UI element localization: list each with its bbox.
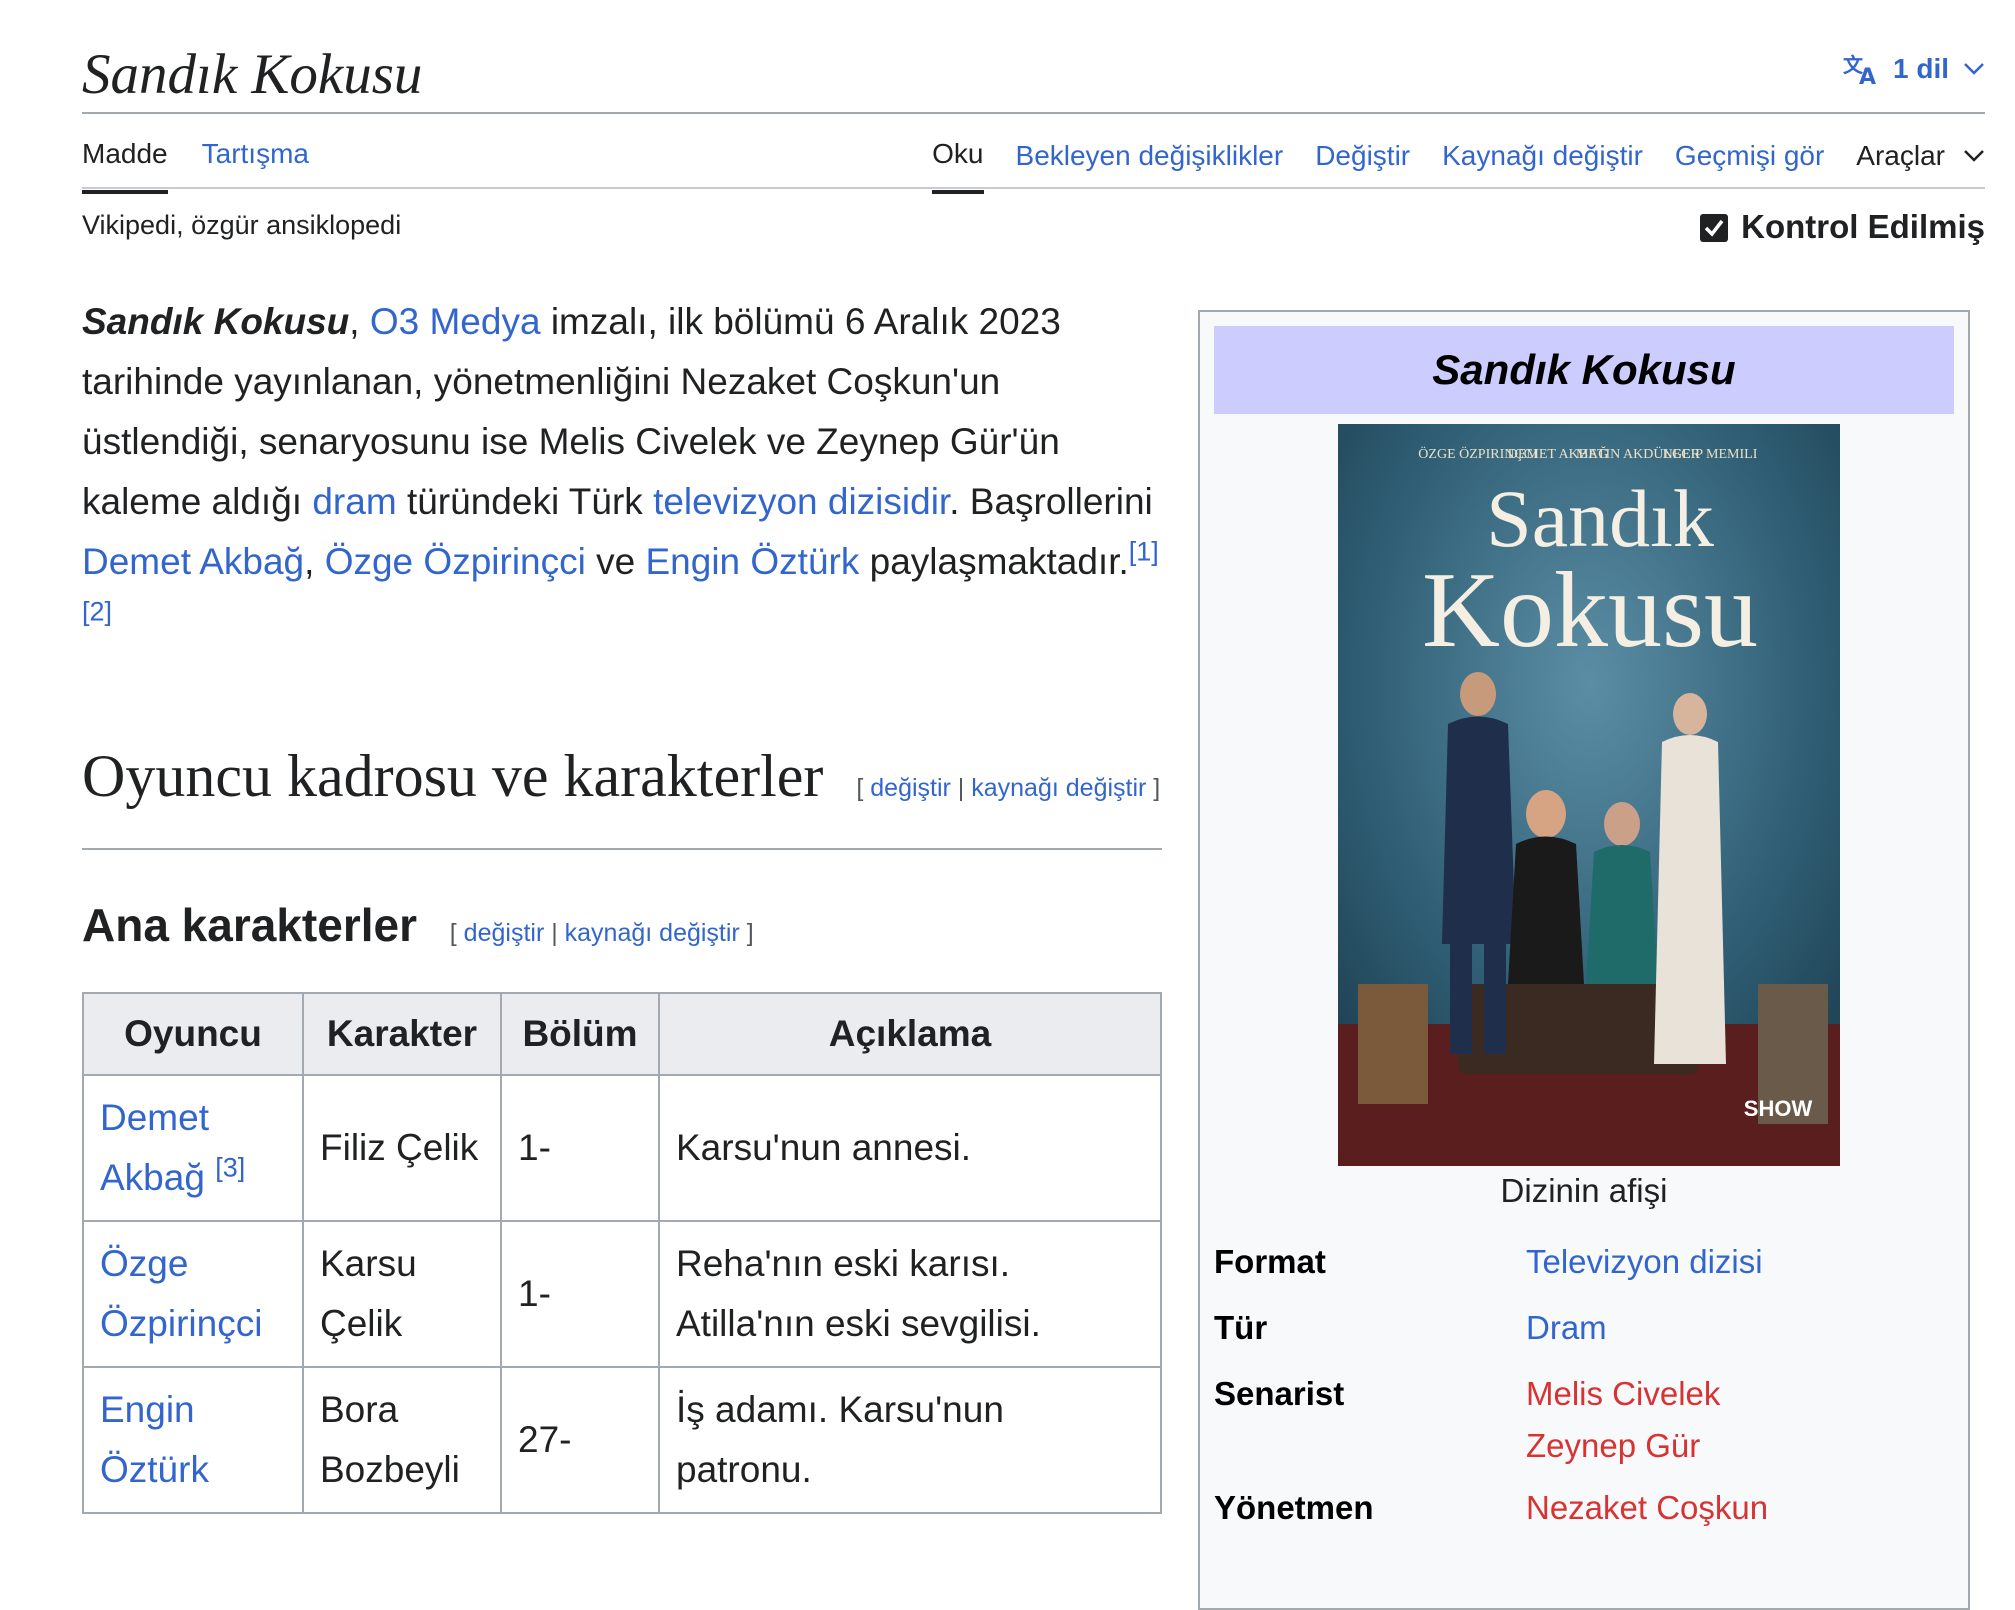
poster-image[interactable]: ÖZGE ÖZPIRINÇCI DEMET AKBAĞ METIN AKDÜLG…: [1338, 424, 1840, 1166]
actor-link[interactable]: Özge Özpirinçci: [100, 1243, 262, 1344]
lead-text: ,: [349, 301, 360, 342]
character-cell: Filiz Çelik: [302, 1074, 502, 1222]
tools-menu[interactable]: Araçlar: [1856, 140, 1985, 192]
section-edit-links: [ değiştir | kaynağı değiştir ]: [449, 919, 754, 947]
infobox-row-writer: Senarist Melis Civelek Zeynep Gür: [1214, 1368, 1954, 1472]
actor-link[interactable]: Engin Öztürk: [100, 1389, 209, 1490]
description-cell: Reha'nın eski karısı. Atilla'nın eski se…: [658, 1220, 1162, 1368]
tabs-divider: [82, 187, 1985, 189]
view-tabs: Oku Bekleyen değişiklikler Değiştir Kayn…: [932, 138, 1985, 194]
reference-link[interactable]: [3]: [215, 1153, 245, 1183]
link-engin-ozturk[interactable]: Engin Öztürk: [645, 541, 859, 582]
namespace-tabs: Madde Tartışma: [82, 138, 309, 194]
poster-channel-logo: SHOW: [1744, 1096, 1813, 1121]
column-header[interactable]: Bölüm: [500, 992, 660, 1076]
site-tagline: Vikipedi, özgür ansiklopedi: [82, 210, 402, 240]
description-cell: Karsu'nun annesi.: [658, 1074, 1162, 1222]
infobox-caption: Dizinin afişi: [1500, 1172, 1668, 1209]
link-ozge-ozpirincci[interactable]: Özge Özpirinçci: [325, 541, 586, 582]
tab-read[interactable]: Oku: [932, 138, 984, 194]
section-heading-cast: Oyuncu kadrosu ve karakterler [ değiştir…: [82, 736, 1162, 850]
svg-text:A: A: [1859, 65, 1876, 86]
lead-text: ,: [304, 541, 325, 582]
link-demet-akbag[interactable]: Demet Akbağ: [82, 541, 304, 582]
page-title: Sandık Kokusu: [82, 43, 423, 106]
infobox-row-format: Format Televizyon dizisi: [1214, 1236, 1954, 1288]
tab-pending-changes[interactable]: Bekleyen değişiklikler: [1016, 140, 1284, 192]
link-dram[interactable]: dram: [312, 481, 396, 522]
infobox-redlink[interactable]: Melis Civelek: [1526, 1375, 1720, 1412]
infobox: Sandık Kokusu ÖZGE ÖZPIRINÇCI DEMET AKBA…: [1198, 310, 1970, 1610]
lead-text: paylaşmaktadır.: [859, 541, 1129, 582]
infobox-redlink[interactable]: Nezaket Coşkun: [1526, 1489, 1768, 1526]
tab-edit[interactable]: Değiştir: [1315, 140, 1410, 192]
infobox-row-genre: Tür Dram: [1214, 1302, 1954, 1354]
article-content: Sandık Kokusu, O3 Medya imzalı, ilk bölü…: [82, 292, 1162, 1514]
title-divider: [82, 112, 1985, 114]
character-cell: Bora Bozbeyli: [302, 1366, 502, 1514]
section-edit-links: [ değiştir | kaynağı değiştir ]: [856, 774, 1161, 802]
tools-label: Araçlar: [1856, 140, 1945, 171]
actor-cell: Demet Akbağ [3]: [82, 1074, 304, 1222]
language-button[interactable]: 文 A 1 dil: [1843, 52, 1985, 86]
infobox-value-link[interactable]: Televizyon dizisi: [1526, 1243, 1763, 1280]
link-televizyon-dizisi[interactable]: televizyon dizisidir: [653, 481, 949, 522]
tab-edit-source[interactable]: Kaynağı değiştir: [1442, 140, 1643, 192]
cast-table: Oyuncu Karakter Bölüm Açıklama Demet Akb…: [82, 992, 1162, 1514]
infobox-row-director: Yönetmen Nezaket Coşkun: [1214, 1482, 1954, 1534]
tab-history[interactable]: Geçmişi gör: [1675, 140, 1824, 192]
infobox-label: Yönetmen: [1214, 1489, 1374, 1526]
actor-cell: Özge Özpirinçci: [82, 1220, 304, 1368]
actor-cell: Engin Öztürk: [82, 1366, 304, 1514]
table-row: Engin Öztürk Bora Bozbeyli 27- İş adamı.…: [82, 1366, 1162, 1514]
reviewed-label: Kontrol Edilmiş: [1741, 208, 1985, 245]
infobox-label: Tür: [1214, 1309, 1268, 1346]
table-header-row: Oyuncu Karakter Bölüm Açıklama: [82, 992, 1162, 1076]
infobox-label: Format: [1214, 1243, 1326, 1280]
edit-source-section-link[interactable]: kaynağı değiştir: [971, 774, 1146, 802]
description-cell: İş adamı. Karsu'nun patronu.: [658, 1366, 1162, 1514]
reviewed-indicator[interactable]: Kontrol Edilmiş: [1699, 208, 1985, 246]
character-cell: Karsu Çelik: [302, 1220, 502, 1368]
chevron-down-icon: [1964, 150, 1984, 162]
poster-title-line2: Kokusu: [1422, 551, 1758, 670]
wiki-page: Sandık Kokusu 文 A 1 dil Madde Tartışma O…: [0, 0, 2015, 1610]
infobox-title: Sandık Kokusu: [1214, 326, 1954, 414]
lead-text: türündeki Türk: [396, 481, 654, 522]
edit-section-link[interactable]: değiştir: [464, 919, 545, 947]
lead-text: ve: [585, 541, 646, 582]
reference-link[interactable]: [2]: [82, 597, 112, 627]
edit-source-section-link[interactable]: kaynağı değiştir: [565, 919, 740, 947]
section-heading-main-characters: Ana karakterler [ değiştir | kaynağı değ…: [82, 898, 1162, 952]
episodes-cell: 1-: [500, 1220, 660, 1368]
lead-text: . Başrollerini: [949, 481, 1153, 522]
reference-link[interactable]: [1]: [1129, 537, 1159, 567]
poster-cast-name: NECIP MEMILI: [1663, 447, 1758, 462]
actor-link[interactable]: Demet Akbağ: [100, 1097, 209, 1198]
language-count: 1 dil: [1892, 53, 1949, 84]
table-row: Demet Akbağ [3] Filiz Çelik 1- Karsu'nun…: [82, 1074, 1162, 1222]
lead-subject: Sandık Kokusu: [82, 301, 350, 342]
infobox-label: Senarist: [1214, 1375, 1345, 1412]
episodes-cell: 27-: [500, 1366, 660, 1514]
chevron-down-icon: [1964, 63, 1984, 75]
checkbox-icon: [1700, 214, 1729, 242]
column-header[interactable]: Karakter: [302, 992, 502, 1076]
tab-talk[interactable]: Tartışma: [202, 138, 309, 194]
infobox-redlink[interactable]: Zeynep Gür: [1526, 1427, 1700, 1464]
translate-icon: 文 A: [1843, 53, 1876, 86]
infobox-value-link[interactable]: Dram: [1526, 1309, 1607, 1346]
column-header[interactable]: Oyuncu: [82, 992, 304, 1076]
section-title: Ana karakterler: [82, 899, 417, 951]
link-o3-medya[interactable]: O3 Medya: [370, 301, 541, 342]
table-row: Özge Özpirinçci Karsu Çelik 1- Reha'nın …: [82, 1220, 1162, 1368]
section-title: Oyuncu kadrosu ve karakterler: [82, 743, 824, 809]
column-header[interactable]: Açıklama: [658, 992, 1162, 1076]
tab-article[interactable]: Madde: [82, 138, 168, 194]
lead-paragraph: Sandık Kokusu, O3 Medya imzalı, ilk bölü…: [82, 292, 1162, 652]
edit-section-link[interactable]: değiştir: [870, 774, 951, 802]
episodes-cell: 1-: [500, 1074, 660, 1222]
